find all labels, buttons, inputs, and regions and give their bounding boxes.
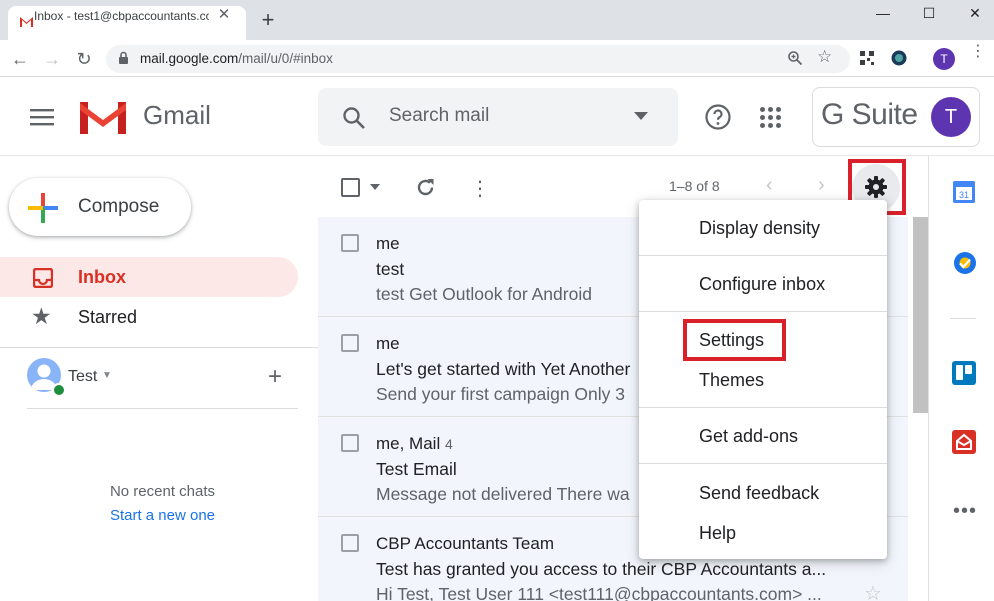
mail-subject: Test Email — [376, 459, 457, 479]
menu-divider — [639, 311, 887, 312]
mail-sender: me — [376, 334, 400, 354]
older-page-icon[interactable]: › — [818, 174, 825, 197]
browser-menu-icon[interactable]: ⋮ — [970, 44, 986, 60]
mail-snippet: Send your first campaign Only 3 — [376, 384, 626, 404]
mail-subject: Test has granted you access to their CBP… — [376, 559, 827, 579]
refresh-icon[interactable] — [415, 177, 436, 198]
thread-count: 4 — [444, 436, 453, 452]
minimize-button[interactable]: — — [860, 0, 906, 28]
mail-sender: me, Mail 4 — [376, 434, 453, 454]
menu-item-get-addons[interactable]: Get add-ons — [699, 426, 798, 447]
back-button[interactable]: ← — [8, 47, 32, 71]
tab-close-icon[interactable]: ✕ — [214, 5, 234, 25]
select-options-icon[interactable] — [370, 184, 380, 190]
mail-sender-name: me, Mail — [376, 434, 441, 453]
compose-label: Compose — [78, 196, 160, 217]
side-panel-divider — [950, 318, 976, 319]
pagination-count: 1–8 of 8 — [669, 178, 720, 194]
row-checkbox[interactable] — [341, 534, 359, 552]
profile-avatar[interactable]: T — [933, 48, 955, 70]
tasks-icon[interactable] — [953, 251, 977, 275]
url-path: /mail/u/0/#inbox — [238, 51, 333, 66]
calendar-icon[interactable]: 31 — [953, 181, 975, 203]
maximize-button[interactable]: ☐ — [906, 0, 952, 28]
url-text: mail.google.com/mail/u/0/#inbox — [140, 51, 333, 66]
menu-divider — [639, 407, 887, 408]
menu-divider — [639, 255, 887, 256]
search-input[interactable]: Search mail — [389, 105, 489, 127]
bookmark-star-icon[interactable]: ☆ — [817, 47, 832, 67]
inbox-icon — [33, 268, 53, 288]
sidebar-item-label: Inbox — [78, 267, 126, 287]
gmail-wordmark: Gmail — [143, 100, 211, 130]
mail-sender: me — [376, 234, 400, 254]
menu-item-help[interactable]: Help — [699, 523, 736, 544]
mail-sender: CBP Accountants Team — [376, 534, 554, 554]
online-status-dot — [52, 383, 66, 397]
compose-plus-icon — [28, 193, 58, 223]
globe-extension-icon[interactable] — [891, 50, 907, 66]
settings-menu: Display density Configure inbox Settings… — [639, 200, 887, 559]
mail-snippet: test Get Outlook for Android — [376, 284, 592, 304]
star-icon: ★ — [31, 303, 52, 329]
reload-button[interactable]: ↻ — [72, 47, 96, 71]
menu-item-themes[interactable]: Themes — [699, 370, 764, 391]
row-checkbox[interactable] — [341, 334, 359, 352]
menu-item-send-feedback[interactable]: Send feedback — [699, 483, 819, 504]
mail-subject: Let's get started with Yet Another — [376, 359, 631, 379]
zoom-icon[interactable] — [787, 50, 803, 66]
no-recent-chats-text: No recent chats — [109, 483, 216, 500]
search-options-icon[interactable] — [634, 112, 648, 120]
lock-icon — [119, 51, 128, 64]
row-checkbox[interactable] — [341, 434, 359, 452]
add-chat-icon[interactable]: + — [268, 365, 282, 389]
mail-subject: test — [376, 259, 405, 279]
addon-red-icon[interactable] — [952, 430, 976, 454]
main-menu-icon[interactable] — [30, 108, 54, 126]
apps-grid-icon[interactable] — [760, 107, 781, 128]
more-actions-icon[interactable]: ⋮ — [470, 176, 490, 201]
start-new-chat-link[interactable]: Start a new one — [60, 507, 265, 524]
menu-divider — [639, 463, 887, 464]
mail-snippet: Message not delivered There wa — [376, 484, 630, 504]
star-toggle-icon[interactable]: ☆ — [864, 581, 882, 601]
trello-icon[interactable] — [952, 361, 976, 385]
new-tab-button[interactable]: + — [256, 9, 280, 33]
gmail-favicon-icon — [19, 16, 34, 28]
sidebar-divider — [0, 347, 318, 348]
search-box[interactable] — [318, 88, 678, 146]
svg-text:31: 31 — [959, 190, 969, 200]
menu-item-display-density[interactable]: Display density — [699, 218, 820, 239]
mail-snippet: Hi Test, Test User 111 <test111@cbpaccou… — [376, 584, 822, 601]
url-host: mail.google.com — [140, 51, 239, 66]
close-window-button[interactable]: ✕ — [952, 0, 994, 28]
tab-title: Inbox - test1@cbpaccountants.com — [34, 9, 209, 23]
account-avatar[interactable]: T — [931, 97, 971, 137]
menu-item-configure-inbox[interactable]: Configure inbox — [699, 274, 825, 295]
row-checkbox[interactable] — [341, 234, 359, 252]
qr-extension-icon[interactable] — [860, 51, 874, 65]
help-icon[interactable] — [705, 104, 731, 130]
chat-divider — [27, 408, 298, 409]
scrollbar[interactable] — [913, 217, 928, 413]
select-all-checkbox[interactable] — [341, 178, 360, 197]
chevron-down-icon[interactable]: ▼ — [102, 370, 112, 381]
sidebar-item-label: Starred — [78, 307, 138, 327]
mail-sender-name: me — [376, 234, 400, 253]
newer-page-icon[interactable]: ‹ — [766, 174, 773, 197]
hangouts-user-name[interactable]: Test — [68, 368, 97, 386]
gsuite-logo: G Suite — [821, 98, 918, 131]
search-icon[interactable] — [342, 106, 366, 130]
mail-sender-name: CBP Accountants Team — [376, 534, 554, 553]
settings-highlight-box — [683, 319, 786, 361]
forward-button[interactable]: → — [40, 47, 64, 71]
more-addons-icon[interactable]: ••• — [953, 500, 977, 523]
gmail-logo-icon[interactable] — [80, 100, 126, 134]
mail-sender-name: me — [376, 334, 400, 353]
